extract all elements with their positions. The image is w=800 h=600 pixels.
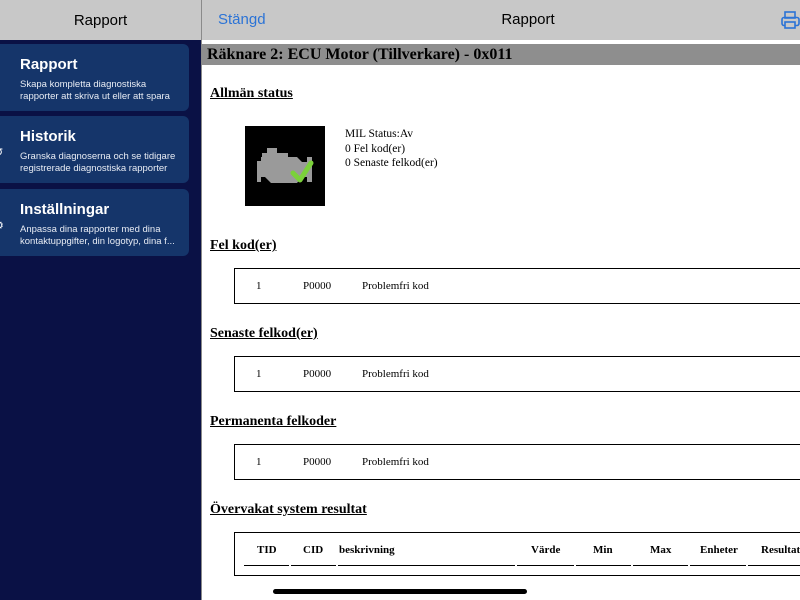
code-description: Problemfri kod	[362, 456, 429, 468]
column-underline	[576, 565, 631, 566]
sidebar-item-historik[interactable]: ↺ Historik Granska diagnoserna och se ti…	[0, 116, 189, 183]
monitored-heading: Övervakat system resultat	[210, 502, 367, 517]
sidebar-item-desc: Granska diagnoserna och se tidigare regi…	[20, 151, 179, 174]
home-indicator[interactable]	[273, 589, 527, 594]
sidebar-header-title: Rapport	[73, 11, 128, 29]
code-description: Problemfri kod	[362, 368, 429, 380]
sidebar: ▯ Rapport Skapa kompletta diagnostiska r…	[0, 40, 201, 600]
fault-code-count: 0 Fel kod(er)	[345, 142, 406, 155]
history-icon: ↺	[0, 146, 4, 159]
detail-header-title: Rapport	[501, 11, 555, 28]
sidebar-item-title: Rapport	[20, 56, 78, 73]
code-value: P0000	[303, 368, 332, 380]
sidebar-item-desc: Skapa kompletta diagnostiska rapporter a…	[20, 79, 179, 102]
code-value: P0000	[303, 280, 332, 292]
column-underline	[244, 565, 289, 566]
mil-status: MIL Status:Av	[345, 128, 414, 140]
code-value: P0000	[303, 456, 332, 468]
printer-icon[interactable]	[778, 9, 800, 31]
sidebar-item-desc-line1: Granska diagnoserna och se tidigare	[20, 151, 176, 162]
column-header-max: Max	[650, 544, 672, 556]
sidebar-item-desc: Anpassa dina rapporter med dina kontaktu…	[20, 224, 179, 247]
engine-check-icon	[245, 126, 325, 206]
sidebar-item-desc-line1: Anpassa dina rapporter med dina	[20, 224, 161, 235]
column-header-result: Resultat	[761, 544, 800, 556]
code-index: 1	[256, 368, 262, 380]
detail-header-title-wrap: Rapport	[202, 11, 800, 28]
column-underline	[338, 565, 515, 566]
sidebar-item-installningar[interactable]: ⚙ Inställningar Anpassa dina rapporter m…	[0, 189, 189, 256]
code-index: 1	[256, 280, 262, 292]
permanent-codes-table: 1 P0000 Problemfri kod	[234, 444, 800, 480]
detail-header: Stängd Rapport	[202, 0, 800, 40]
column-header-description: beskrivning	[339, 544, 395, 556]
fault-codes-heading: Fel kod(er)	[210, 238, 277, 253]
code-index: 1	[256, 456, 262, 468]
column-header-units: Enheter	[700, 544, 738, 556]
recent-codes-heading: Senaste felkod(er)	[210, 326, 318, 341]
sidebar-item-desc-line2: registrerade diagnostiska rapporter	[20, 162, 168, 174]
general-status-lines: MIL Status:Av 0 Fel kod(er) 0 Senaste fe…	[345, 127, 438, 171]
code-description: Problemfri kod	[362, 280, 429, 292]
general-status-heading: Allmän status	[210, 86, 293, 101]
column-underline	[633, 565, 688, 566]
column-header-cid: CID	[303, 544, 324, 556]
sidebar-item-title: Inställningar	[20, 201, 110, 218]
sidebar-item-desc-line2: rapporter att skriva ut eller att spara	[20, 90, 170, 102]
monitored-results-table: TID CID beskrivning Värde Min Max Enhete…	[234, 532, 800, 576]
column-underline	[517, 565, 574, 566]
recent-code-count: 0 Senaste felkod(er)	[345, 157, 438, 169]
settings-icon: ⚙	[0, 219, 4, 232]
document-icon: ▯	[0, 74, 4, 87]
column-underline	[690, 565, 746, 566]
sidebar-item-desc-line1: Skapa kompletta diagnostiska	[20, 79, 147, 90]
permanent-codes-heading: Permanenta felkoder	[210, 414, 337, 429]
sidebar-item-rapport[interactable]: ▯ Rapport Skapa kompletta diagnostiska r…	[0, 44, 189, 111]
report-title: Räknare 2: ECU Motor (Tillverkare) - 0x0…	[202, 44, 800, 65]
sidebar-item-title: Historik	[20, 128, 76, 145]
column-header-min: Min	[593, 544, 613, 556]
sidebar-item-desc-line2: kontaktuppgifter, din logotyp, dina f...	[20, 235, 175, 247]
report-view[interactable]: Räknare 2: ECU Motor (Tillverkare) - 0x0…	[202, 44, 800, 600]
column-header-value: Värde	[531, 544, 561, 556]
recent-codes-table: 1 P0000 Problemfri kod	[234, 356, 800, 392]
column-underline	[748, 565, 800, 566]
fault-codes-table: 1 P0000 Problemfri kod	[234, 268, 800, 304]
column-header-tid: TID	[257, 544, 277, 556]
sidebar-header: Rapport	[0, 0, 201, 40]
column-underline	[291, 565, 336, 566]
